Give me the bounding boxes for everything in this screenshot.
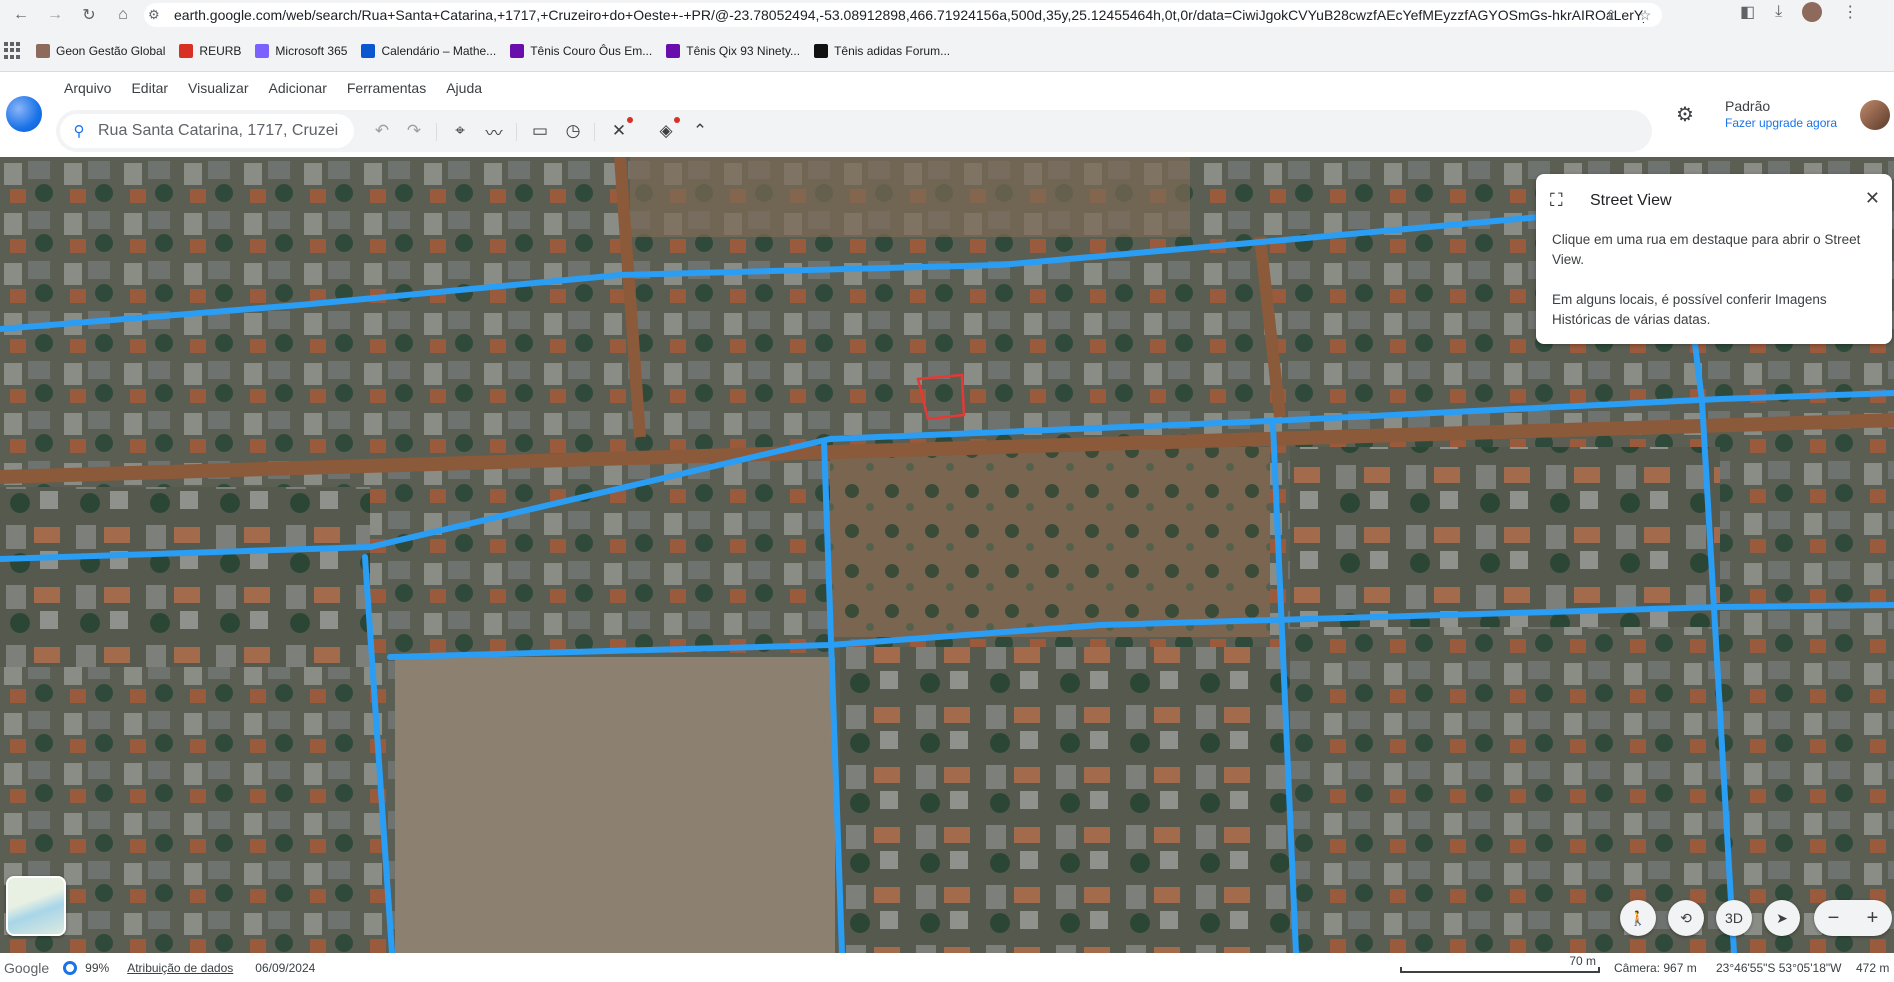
loading-ring-icon	[63, 960, 78, 975]
bookmark-item[interactable]: Microsoft 365	[255, 43, 348, 58]
bookmark-label: Geon Gestão Global	[56, 43, 166, 58]
more-menu-icon[interactable]: ⋮	[1842, 2, 1858, 22]
profile-avatar[interactable]	[1802, 2, 1823, 22]
back-icon[interactable]: ←	[8, 2, 34, 28]
measure-icon[interactable]: ▭	[528, 119, 552, 143]
bookmark-item[interactable]: Calendário – Mathe...	[361, 43, 497, 58]
notification-dot	[674, 117, 680, 123]
bookmark-item[interactable]: REURB	[179, 43, 242, 58]
redo-icon[interactable]: ↷	[402, 119, 426, 143]
collapse-chevron-icon[interactable]: ⌃	[688, 119, 712, 143]
toolbar-divider	[594, 123, 595, 141]
bookmark-favicon	[361, 43, 376, 58]
ground-altitude: 472 m	[1856, 961, 1890, 975]
earth-toolbar: ⚲ ↶ ↷ ⌖ 〰 ▭ ◷ ✕ ◈ ⌃	[56, 110, 1652, 152]
url-text[interactable]: earth.google.com/web/search/Rua+Santa+Ca…	[174, 7, 1644, 23]
bookmark-item[interactable]: Geon Gestão Global	[36, 43, 166, 58]
scale-label: 70 m	[1569, 954, 1596, 968]
toolbar-divider	[436, 123, 437, 141]
close-icon[interactable]: ✕	[1865, 188, 1880, 209]
address-bar[interactable]: ⚙ earth.google.com/web/search/Rua+Santa+…	[144, 3, 1662, 27]
notification-dot	[627, 117, 633, 123]
add-path-icon[interactable]: 〰	[482, 119, 506, 143]
browser-toolbar: ← → ↻ ⌂ ⚙ earth.google.com/web/search/Ru…	[0, 0, 1894, 30]
settings-gear-icon[interactable]: ⚙	[1676, 102, 1694, 127]
search-icon[interactable]: ⚲	[60, 122, 98, 140]
toggle-3d-button[interactable]: 3D	[1716, 900, 1752, 936]
bookmark-favicon	[510, 43, 525, 58]
bookmark-favicon	[255, 43, 270, 58]
search-box: ⚲	[60, 114, 354, 148]
menu-arquivo[interactable]: Arquivo	[54, 80, 121, 96]
extensions-icon[interactable]: ◧	[1740, 2, 1755, 22]
google-logo: Google	[4, 959, 50, 976]
menu-adicionar[interactable]: Adicionar	[258, 80, 336, 96]
menu-visualizar[interactable]: Visualizar	[178, 80, 258, 96]
minimap[interactable]	[6, 876, 66, 936]
toolbar-divider	[516, 123, 517, 141]
user-avatar[interactable]	[1860, 100, 1890, 130]
cursor-coordinates: 23°46'55"S 53°05'18"W	[1716, 961, 1842, 975]
pegman-icon[interactable]: 🚶	[1620, 900, 1656, 936]
street-view-icon: ⛶	[1550, 190, 1563, 210]
bookmark-label: Tênis adidas Forum...	[834, 43, 951, 58]
rotate-icon[interactable]: ⟲	[1668, 900, 1704, 936]
search-input[interactable]	[98, 122, 338, 140]
street-view-title: Street View	[1590, 192, 1672, 209]
camera-altitude: Câmera: 967 m	[1614, 961, 1697, 975]
plan-name: Padrão	[1725, 98, 1771, 114]
street-view-history-note: Em alguns locais, é possível conferir Im…	[1552, 292, 1827, 327]
bookmark-label: REURB	[199, 43, 242, 58]
bookmark-item[interactable]: Tênis Couro Ôus Em...	[510, 43, 653, 58]
menu-bar: Arquivo Editar Visualizar Adicionar Ferr…	[54, 80, 492, 96]
bookmark-favicon	[666, 43, 681, 58]
zoom-control: − +	[1814, 900, 1892, 936]
forward-icon[interactable]: →	[42, 2, 68, 28]
home-icon[interactable]: ⌂	[110, 2, 136, 28]
bookmark-star-icon[interactable]: ☆	[1628, 7, 1662, 24]
data-attribution-link[interactable]: Atribuição de dados	[127, 961, 233, 975]
reload-icon[interactable]: ↻	[76, 2, 102, 28]
zoom-in-button[interactable]: +	[1867, 907, 1879, 930]
historical-imagery-icon[interactable]: ◷	[561, 119, 585, 143]
upgrade-link[interactable]: Fazer upgrade agora	[1725, 116, 1837, 130]
bookmark-favicon	[36, 43, 50, 58]
bookmark-favicon	[179, 43, 194, 58]
menu-ajuda[interactable]: Ajuda	[436, 80, 492, 96]
bookmark-label: Calendário – Mathe...	[381, 43, 497, 58]
zoom-out-button[interactable]: −	[1828, 907, 1840, 930]
apps-grid-icon[interactable]	[4, 41, 22, 60]
status-bar: Google 99% Atribuição de dados 06/09/202…	[0, 953, 1894, 982]
bookmark-favicon	[814, 43, 829, 58]
menu-editar[interactable]: Editar	[121, 80, 178, 96]
google-earth-logo[interactable]	[6, 96, 42, 132]
install-icon[interactable]: ⇪	[1594, 7, 1628, 24]
undo-icon[interactable]: ↶	[370, 119, 394, 143]
street-view-card: ⛶ Street View ✕ Clique em uma rua em des…	[1536, 174, 1892, 344]
layers-icon[interactable]: ◈	[654, 117, 680, 143]
bookmark-item[interactable]: Tênis Qix 93 Ninety...	[666, 43, 801, 58]
scale-bar: 70 m	[1400, 954, 1600, 979]
add-placemark-icon[interactable]: ⌖	[448, 119, 472, 143]
bookmark-item[interactable]: Tênis adidas Forum...	[814, 43, 951, 58]
bookmark-label: Tênis Qix 93 Ninety...	[686, 43, 801, 58]
load-percent: 99%	[85, 960, 110, 975]
site-info-icon[interactable]: ⚙	[148, 7, 166, 23]
bookmarks-bar: Geon Gestão Global REURB Microsoft 365 C…	[0, 30, 1894, 72]
menu-ferramentas[interactable]: Ferramentas	[337, 80, 436, 96]
bookmark-label: Tênis Couro Ôus Em...	[530, 43, 653, 58]
street-view-instruction: Clique em uma rua em destaque para abrir…	[1552, 232, 1861, 267]
imagery-date: 06/09/2024	[255, 960, 316, 975]
tools-icon[interactable]: ✕	[607, 117, 633, 143]
download-icon[interactable]: ⤓	[1775, 3, 1782, 21]
earth-header: Arquivo Editar Visualizar Adicionar Ferr…	[0, 72, 1894, 157]
compass-icon[interactable]: ➤	[1764, 900, 1800, 936]
bookmark-label: Microsoft 365	[275, 43, 348, 58]
